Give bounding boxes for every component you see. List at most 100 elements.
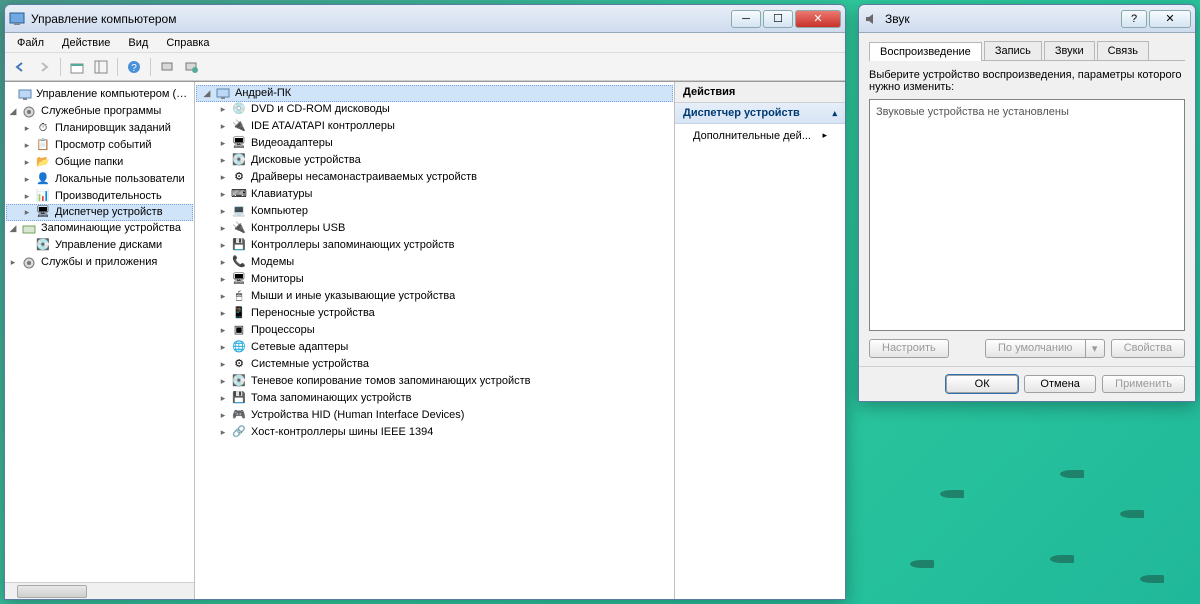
up-button[interactable] <box>66 56 88 78</box>
tree-item[interactable]: ▸⏱Планировщик заданий <box>7 120 192 137</box>
expand-icon[interactable]: ▸ <box>21 171 33 188</box>
tree-item[interactable]: ▸📋Просмотр событий <box>7 137 192 154</box>
device-category[interactable]: ▸🎮Устройства HID (Human Interface Device… <box>197 407 672 424</box>
show-hide-tree-button[interactable] <box>90 56 112 78</box>
expand-icon[interactable]: ◢ <box>201 85 213 102</box>
expand-icon[interactable]: ▸ <box>217 407 229 424</box>
expand-icon[interactable]: ▸ <box>7 254 19 271</box>
tab-recording[interactable]: Запись <box>984 41 1042 60</box>
tab-communications[interactable]: Связь <box>1097 41 1149 60</box>
tree-item[interactable]: ▸🖥Диспетчер устройств <box>6 204 193 221</box>
expand-icon[interactable]: ▸ <box>217 424 229 441</box>
expand-icon[interactable]: ▸ <box>21 154 33 171</box>
tree-group-services[interactable]: ▸Службы и приложения <box>7 254 192 271</box>
device-category-label: Контроллеры запоминающих устройств <box>251 237 454 254</box>
minimize-button[interactable]: ─ <box>731 10 761 28</box>
tree-item[interactable]: ▸👤Локальные пользователи <box>7 171 192 188</box>
expand-icon[interactable]: ▸ <box>21 137 33 154</box>
expand-icon[interactable]: ▸ <box>217 356 229 373</box>
titlebar[interactable]: Звук ? ✕ <box>859 5 1195 33</box>
expand-icon[interactable]: ▸ <box>217 271 229 288</box>
device-category[interactable]: ▸💽Дисковые устройства <box>197 152 672 169</box>
tree-group-storage[interactable]: ◢Запоминающие устройства <box>7 220 192 237</box>
device-category[interactable]: ▸🔌IDE ATA/ATAPI контроллеры <box>197 118 672 135</box>
set-default-dropdown[interactable]: ▾ <box>1085 339 1105 358</box>
menu-file[interactable]: Файл <box>9 35 52 51</box>
tree-group-system-tools[interactable]: ◢Служебные программы <box>7 103 192 120</box>
device-category[interactable]: ▸🖥Видеоадаптеры <box>197 135 672 152</box>
device-category[interactable]: ▸🌐Сетевые адаптеры <box>197 339 672 356</box>
ok-button[interactable]: ОК <box>946 375 1018 393</box>
device-category-icon: 💾 <box>231 238 247 254</box>
device-category[interactable]: ▸⚙Драйверы несамонастраиваемых устройств <box>197 169 672 186</box>
expand-icon[interactable]: ▸ <box>217 305 229 322</box>
device-root[interactable]: ◢Андрей-ПК <box>196 85 673 102</box>
device-category[interactable]: ▸💽Теневое копирование томов запоминающих… <box>197 373 672 390</box>
device-category[interactable]: ▸💾Тома запоминающих устройств <box>197 390 672 407</box>
scrollbar-thumb[interactable] <box>17 585 87 598</box>
expand-icon[interactable]: ▸ <box>217 339 229 356</box>
menu-help[interactable]: Справка <box>158 35 217 51</box>
expand-icon[interactable]: ▸ <box>217 203 229 220</box>
device-category[interactable]: ▸🖥Мониторы <box>197 271 672 288</box>
playback-device-list[interactable]: Звуковые устройства не установлены <box>869 99 1185 331</box>
tab-playback[interactable]: Воспроизведение <box>869 42 982 61</box>
wallpaper-fish <box>1140 575 1164 583</box>
close-button[interactable]: ✕ <box>1149 10 1191 28</box>
expand-icon[interactable]: ▸ <box>217 288 229 305</box>
device-category[interactable]: ▸🔗Хост-контроллеры шины IEEE 1394 <box>197 424 672 441</box>
set-default-button[interactable]: По умолчанию <box>985 339 1085 358</box>
tree-item[interactable]: ▸📂Общие папки <box>7 154 192 171</box>
tree-item[interactable]: ▸📊Производительность <box>7 188 192 205</box>
expand-icon[interactable]: ▸ <box>217 373 229 390</box>
back-button[interactable] <box>9 56 31 78</box>
expand-icon[interactable]: ◢ <box>7 220 19 237</box>
expand-icon[interactable]: ▸ <box>21 188 33 205</box>
expand-icon[interactable]: ▸ <box>21 120 33 137</box>
device-category[interactable]: ▸🔌Контроллеры USB <box>197 220 672 237</box>
properties-button[interactable]: Свойства <box>1111 339 1185 358</box>
expand-icon[interactable]: ◢ <box>7 103 19 120</box>
expand-icon[interactable]: ▸ <box>217 390 229 407</box>
expand-icon[interactable]: ▸ <box>217 220 229 237</box>
toolbar: ? <box>5 53 845 81</box>
device-category[interactable]: ▸💻Компьютер <box>197 203 672 220</box>
device-category[interactable]: ▸📞Модемы <box>197 254 672 271</box>
device-category[interactable]: ▸📱Переносные устройства <box>197 305 672 322</box>
apply-button[interactable]: Применить <box>1102 375 1185 393</box>
tree-item[interactable]: 💽Управление дисками <box>7 237 192 254</box>
tree-root[interactable]: Управление компьютером (локальным) <box>7 86 192 103</box>
device-category[interactable]: ▸🖱Мыши и иные указывающие устройства <box>197 288 672 305</box>
actions-subheader[interactable]: Диспетчер устройств ▴ <box>675 103 845 124</box>
help-button[interactable]: ? <box>123 56 145 78</box>
expand-icon[interactable]: ▸ <box>217 322 229 339</box>
expand-icon[interactable]: ▸ <box>217 101 229 118</box>
expand-icon[interactable]: ▸ <box>21 204 33 221</box>
device-category[interactable]: ▸▣Процессоры <box>197 322 672 339</box>
titlebar[interactable]: Управление компьютером ─ ☐ ✕ <box>5 5 845 33</box>
properties-button[interactable] <box>180 56 202 78</box>
expand-icon[interactable]: ▸ <box>217 186 229 203</box>
forward-button[interactable] <box>33 56 55 78</box>
maximize-button[interactable]: ☐ <box>763 10 793 28</box>
configure-button[interactable]: Настроить <box>869 339 949 358</box>
cancel-button[interactable]: Отмена <box>1024 375 1096 393</box>
expand-icon[interactable]: ▸ <box>217 169 229 186</box>
context-help-button[interactable]: ? <box>1121 10 1147 28</box>
actions-more-link[interactable]: Дополнительные дей... <box>675 124 845 148</box>
expand-icon[interactable]: ▸ <box>217 254 229 271</box>
expand-icon[interactable]: ▸ <box>217 152 229 169</box>
horizontal-scrollbar[interactable] <box>5 582 194 599</box>
expand-icon[interactable]: ▸ <box>217 118 229 135</box>
close-button[interactable]: ✕ <box>795 10 841 28</box>
device-category[interactable]: ▸⌨Клавиатуры <box>197 186 672 203</box>
device-category[interactable]: ▸💿DVD и CD-ROM дисководы <box>197 101 672 118</box>
menu-view[interactable]: Вид <box>120 35 156 51</box>
expand-icon[interactable]: ▸ <box>217 237 229 254</box>
device-category[interactable]: ▸⚙Системные устройства <box>197 356 672 373</box>
scan-hardware-button[interactable] <box>156 56 178 78</box>
expand-icon[interactable]: ▸ <box>217 135 229 152</box>
menu-action[interactable]: Действие <box>54 35 118 51</box>
device-category[interactable]: ▸💾Контроллеры запоминающих устройств <box>197 237 672 254</box>
tab-sounds[interactable]: Звуки <box>1044 41 1095 60</box>
